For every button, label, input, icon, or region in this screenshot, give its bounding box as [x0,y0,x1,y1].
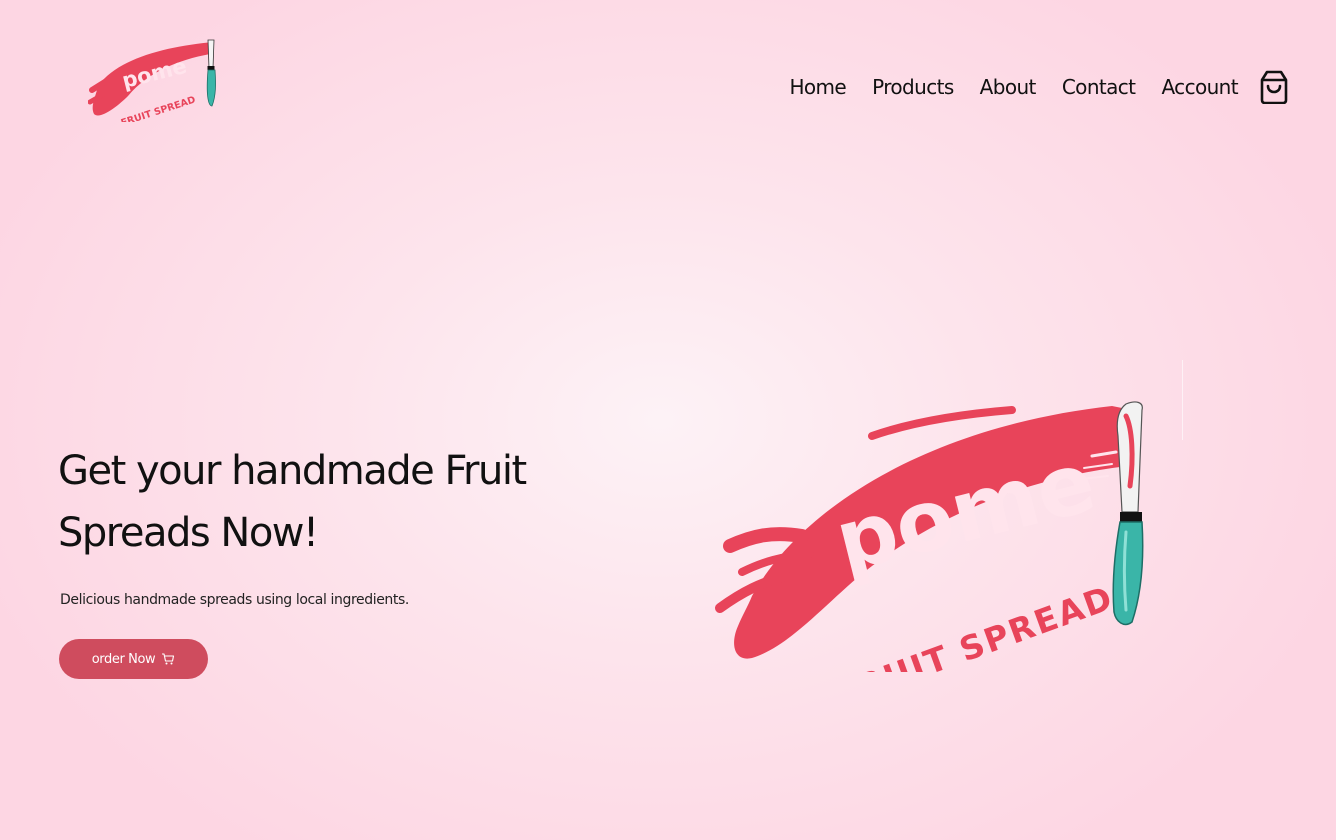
hero-title: Get your handmade Fruit Spreads Now! [58,448,527,556]
nav-home[interactable]: Home [789,75,846,99]
hero-subtitle: Delicious handmade spreads using local i… [60,592,409,608]
nav-about[interactable]: About [980,75,1037,99]
svg-text:FRUIT SPREAD: FRUIT SPREAD [829,578,1118,672]
brand-logo[interactable]: pome FRUIT SPREAD [88,36,220,122]
nav-contact[interactable]: Contact [1062,75,1136,99]
hero-section: Get your handmade Fruit Spreads Now! Del… [58,440,618,608]
hero-logo: pome FRUIT SPREAD [715,401,1144,672]
main-nav: Home Products About Contact Account [789,70,1290,104]
order-now-button[interactable]: order Now [59,639,208,679]
nav-account[interactable]: Account [1161,75,1238,99]
order-now-label: order Now [91,651,156,667]
nav-products[interactable]: Products [872,75,954,99]
svg-text:FRUIT SPREAD: FRUIT SPREAD [120,94,197,122]
decorative-line [1182,360,1183,440]
shopping-cart-icon [162,653,175,665]
shopping-bag-icon[interactable] [1258,70,1290,104]
site-header: pome FRUIT SPREAD Home Products About Co… [0,0,1336,160]
